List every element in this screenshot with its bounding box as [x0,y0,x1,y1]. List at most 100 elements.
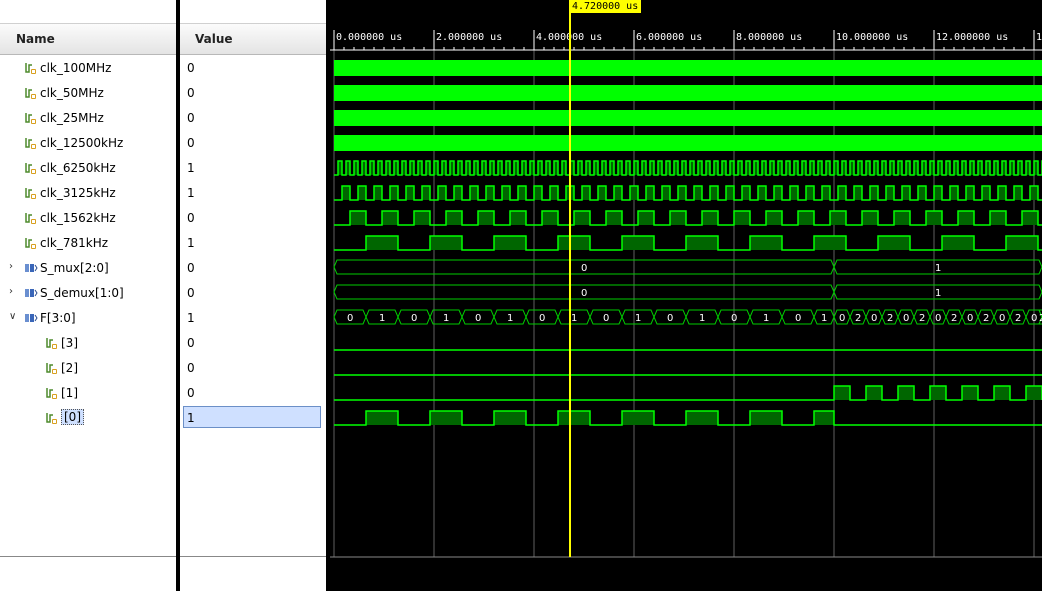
value-row[interactable]: 0 [180,205,326,230]
signal-row[interactable]: [3] [0,330,176,355]
bus-value-label: 0 [603,313,609,324]
wave-high-fill [446,211,462,225]
wave-high-fill [750,411,782,425]
signal-row[interactable]: [0] [0,405,176,430]
signal-name[interactable]: [3] [61,336,78,350]
signal-icon [45,385,59,399]
wave-high-fill [614,186,622,200]
value-row[interactable]: 1 [180,180,326,205]
bus-value-label: 0 [581,263,587,274]
signal-row[interactable]: clk_1562kHz [0,205,176,230]
ruler-tick-label: 10.000000 us [836,32,908,43]
wave-high-fill [366,411,398,425]
value-row[interactable]: 1 [180,155,326,180]
ruler-tick-label: 0.000000 us [336,32,402,43]
signal-value: 0 [187,136,195,150]
wave-high-fill [862,211,878,225]
wave-high-fill [726,186,734,200]
signal-name[interactable]: clk_100MHz [40,61,111,75]
expand-chevron-icon[interactable]: › [9,261,13,272]
signal-row[interactable]: clk_6250kHz [0,155,176,180]
signal-value: 0 [187,286,195,300]
bus-value-label: 2 [1015,313,1021,324]
bus-icon [24,285,38,299]
waveform-canvas[interactable]: 0.000000 us 2.000000 us 4.000000 us 6.00000… [330,0,1042,591]
value-row[interactable]: 1 [180,305,326,330]
wave-high-fill [622,411,654,425]
name-column-header[interactable]: Name [0,23,176,55]
signal-name[interactable]: [1] [61,386,78,400]
signal-icon [45,360,59,374]
wave-high-fill [638,211,654,225]
value-row[interactable]: 0 [180,380,326,405]
wave-high-fill [550,186,558,200]
wave-high-fill [822,186,830,200]
signal-row[interactable]: clk_50MHz [0,80,176,105]
value-row[interactable]: 1 [180,230,326,255]
collapse-chevron-icon[interactable]: ∨ [9,311,16,322]
signal-icon [24,235,38,249]
wave-high-fill [962,386,978,400]
value-row[interactable]: 0 [180,355,326,380]
signal-row[interactable]: clk_25MHz [0,105,176,130]
bus-value-label: 0 [795,313,801,324]
wave-high-fill [686,236,718,250]
dense-clock-waveform [334,60,1042,76]
value-column-footer [180,556,326,591]
signal-name[interactable]: clk_3125kHz [40,186,116,200]
wave-high-fill [1006,236,1038,250]
signal-row[interactable]: › S_mux[2:0] [0,255,176,280]
value-row[interactable]: 0 [180,55,326,80]
signal-row[interactable]: ∨ F[3:0] [0,305,176,330]
waveform-panel[interactable]: 0.000000 us 2.000000 us 4.000000 us 6.00000… [330,0,1042,591]
signal-icon [45,335,59,349]
value-row[interactable]: 0 [180,255,326,280]
expand-chevron-icon[interactable]: › [9,286,13,297]
signal-row[interactable]: › S_demux[1:0] [0,280,176,305]
cursor-time-label[interactable]: 4.720000 us [569,0,642,13]
signal-row[interactable]: clk_781kHz [0,230,176,255]
bus-value-label: 1 [507,313,513,324]
value-row[interactable]: 0 [180,280,326,305]
ruler-tick-label: 6.000000 us [636,32,702,43]
wave-high-fill [342,186,350,200]
signal-name[interactable]: clk_6250kHz [40,161,116,175]
signal-name[interactable]: clk_50MHz [40,86,104,100]
value-header-label: Value [195,32,233,46]
wave-high-fill [606,211,622,225]
value-row[interactable]: 0 [180,105,326,130]
signal-name[interactable]: clk_25MHz [40,111,104,125]
signal-name[interactable]: S_demux[1:0] [40,286,124,300]
name-header-label: Name [16,32,55,46]
value-row[interactable]: 0 [180,80,326,105]
wave-high-fill [374,186,382,200]
signal-icon [24,185,38,199]
signal-row[interactable]: clk_3125kHz [0,180,176,205]
wave-high-fill [430,236,462,250]
wave-high-fill [382,211,398,225]
signal-name[interactable]: clk_12500kHz [40,136,123,150]
value-row[interactable]: 1 [180,405,326,430]
wave-high-fill [702,211,718,225]
wave-high-fill [894,211,910,225]
value-row[interactable]: 0 [180,330,326,355]
value-column-header[interactable]: Value [180,23,326,55]
signal-name[interactable]: clk_781kHz [40,236,108,250]
wave-high-fill [598,186,606,200]
signal-name[interactable]: [0] [61,409,84,425]
value-row[interactable]: 0 [180,130,326,155]
wave-high-fill [438,186,446,200]
wave-high-fill [838,186,846,200]
wave-high-fill [542,211,558,225]
signal-name[interactable]: F[3:0] [40,311,76,325]
signal-name[interactable]: clk_1562kHz [40,211,116,225]
wave-high-fill [898,386,914,400]
signal-name[interactable]: S_mux[2:0] [40,261,109,275]
wave-high-fill [662,186,670,200]
wave-high-fill [806,186,814,200]
signal-row[interactable]: clk_100MHz [0,55,176,80]
signal-name[interactable]: [2] [61,361,78,375]
signal-row[interactable]: [1] [0,380,176,405]
signal-row[interactable]: [2] [0,355,176,380]
signal-row[interactable]: clk_12500kHz [0,130,176,155]
